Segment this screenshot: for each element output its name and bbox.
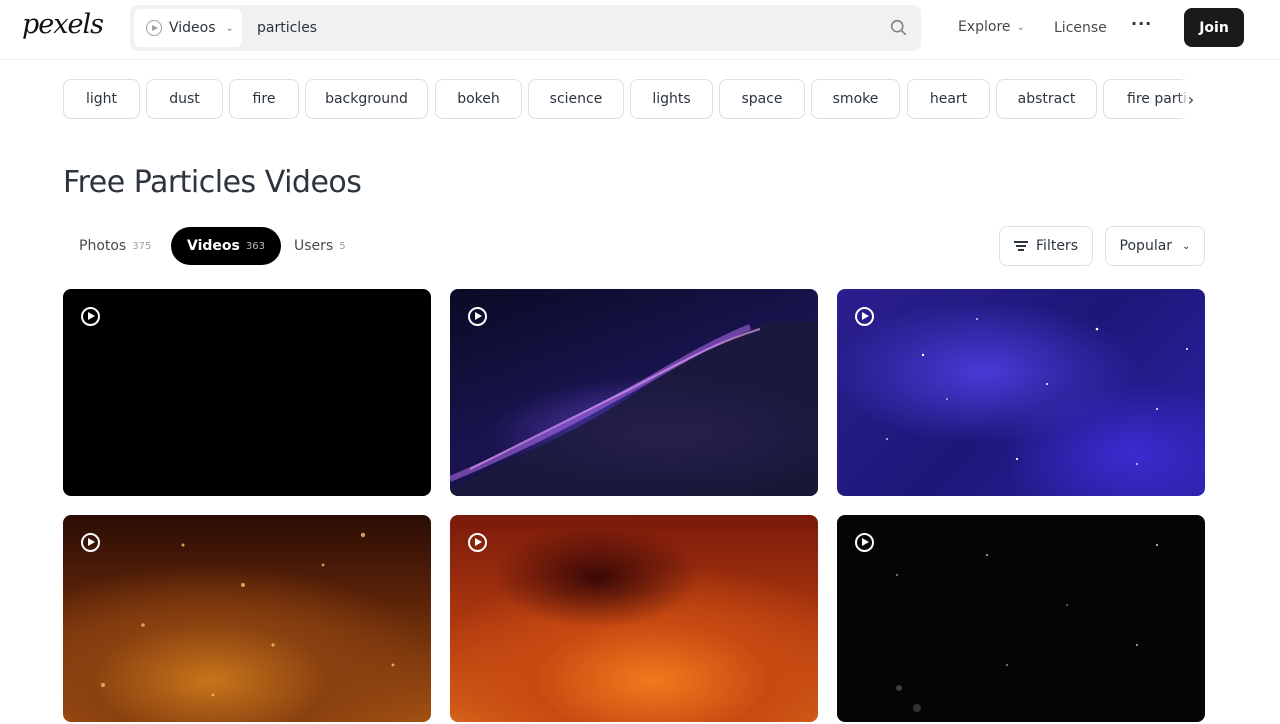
tag-chip[interactable]: background xyxy=(305,79,428,119)
filter-icon xyxy=(1014,241,1029,251)
tab-label: Users xyxy=(294,238,334,254)
more-menu-icon[interactable]: ··· xyxy=(1131,14,1152,33)
tag-chip[interactable]: dust xyxy=(146,79,223,119)
tab-label: Photos xyxy=(79,238,127,254)
sort-label: Popular xyxy=(1119,238,1173,254)
tag-chip[interactable]: lights xyxy=(630,79,713,119)
play-circle-icon xyxy=(81,533,100,552)
tag-chip[interactable]: space xyxy=(719,79,805,119)
video-card[interactable] xyxy=(63,289,431,496)
tag-chip[interactable]: science xyxy=(528,79,624,119)
video-card[interactable] xyxy=(450,515,818,722)
tag-chip[interactable]: heart xyxy=(907,79,990,119)
tab-photos[interactable]: Photos 375 xyxy=(63,227,167,265)
tag-chip[interactable]: abstract xyxy=(996,79,1097,119)
tag-chip[interactable]: bokeh xyxy=(435,79,522,119)
related-tags: light dust fire background bokeh science… xyxy=(63,79,1200,119)
search-input[interactable] xyxy=(257,17,857,39)
search-bar: Videos ⌄ xyxy=(130,5,921,51)
play-circle-icon xyxy=(468,533,487,552)
tab-count: 5 xyxy=(339,240,346,252)
media-type-label: Videos xyxy=(169,20,216,36)
search-icon[interactable] xyxy=(890,19,907,36)
tab-videos[interactable]: Videos 363 xyxy=(171,227,281,265)
media-type-select[interactable]: Videos ⌄ xyxy=(134,9,242,47)
play-circle-icon xyxy=(146,20,162,36)
video-thumbnail xyxy=(450,320,818,496)
tab-count: 363 xyxy=(245,240,265,252)
video-thumbnail xyxy=(101,532,395,697)
video-card[interactable] xyxy=(837,289,1205,496)
pexels-logo[interactable]: pexels xyxy=(22,9,104,40)
license-link[interactable]: License xyxy=(1054,20,1107,36)
tag-chip[interactable]: light xyxy=(63,79,140,119)
chevron-right-icon[interactable]: › xyxy=(1178,79,1204,119)
play-circle-icon xyxy=(81,307,100,326)
tab-label: Videos xyxy=(187,238,240,254)
video-card[interactable] xyxy=(450,289,818,496)
page-title: Free Particles Videos xyxy=(63,165,362,200)
filters-label: Filters xyxy=(1036,238,1078,254)
play-circle-icon xyxy=(855,307,874,326)
tag-chip[interactable]: fire xyxy=(229,79,299,119)
tab-count: 375 xyxy=(132,240,152,252)
explore-menu[interactable]: Explore ⌄ xyxy=(958,19,1025,35)
chevron-down-icon: ⌄ xyxy=(1016,21,1025,33)
top-navbar: pexels Videos ⌄ Explore ⌄ License ··· Jo… xyxy=(0,0,1280,60)
sort-select[interactable]: Popular ⌄ xyxy=(1105,226,1205,266)
chevron-down-icon: ⌄ xyxy=(1182,240,1191,252)
tab-users[interactable]: Users 5 xyxy=(278,227,362,265)
chevron-down-icon: ⌄ xyxy=(225,22,234,34)
play-circle-icon xyxy=(855,533,874,552)
explore-label: Explore xyxy=(958,19,1011,35)
play-circle-icon xyxy=(468,307,487,326)
tag-chip[interactable]: smoke xyxy=(811,79,900,119)
video-thumbnail xyxy=(896,543,1159,712)
video-card[interactable] xyxy=(837,515,1205,722)
join-button[interactable]: Join xyxy=(1184,8,1244,47)
filters-button[interactable]: Filters xyxy=(999,226,1093,266)
video-thumbnail xyxy=(886,318,1188,465)
video-card[interactable] xyxy=(63,515,431,722)
